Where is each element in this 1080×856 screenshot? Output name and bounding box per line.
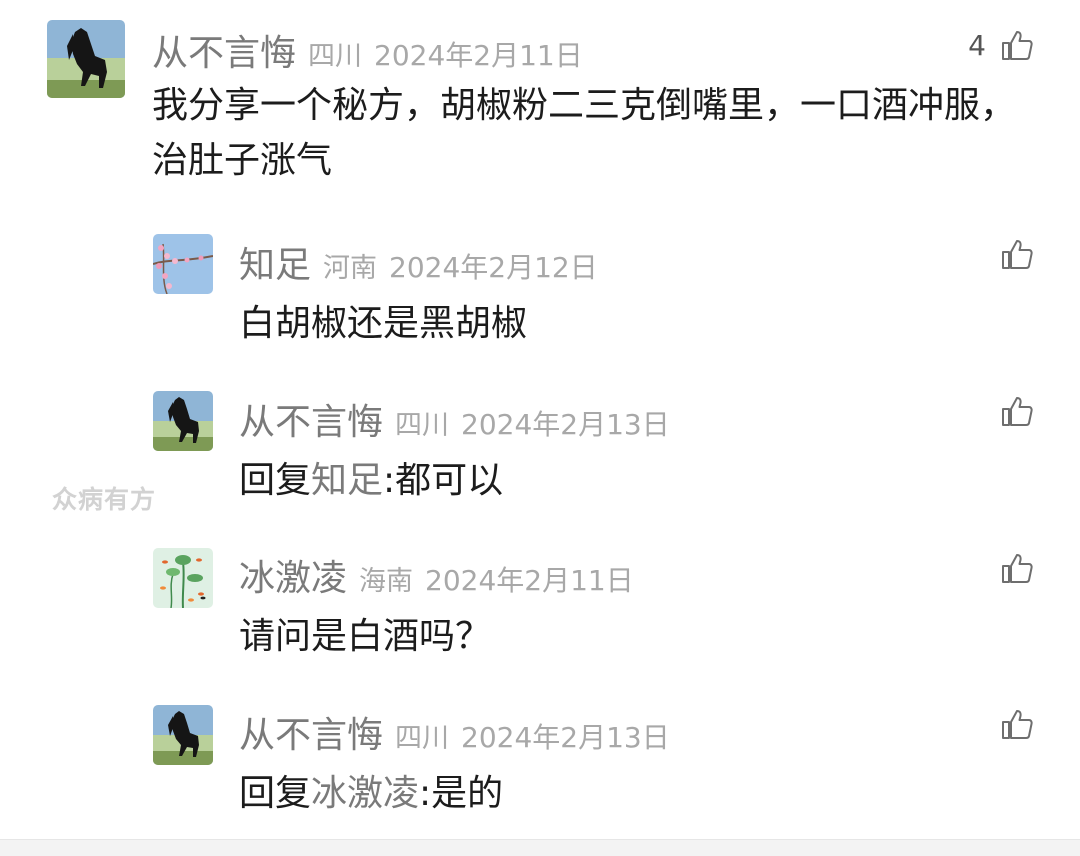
location: 四川 xyxy=(308,41,363,72)
reply-header: 从不言悔 四川 2024年2月13日 xyxy=(239,393,670,445)
username[interactable]: 知足 xyxy=(239,236,311,288)
watermark: 众病有方 xyxy=(52,485,157,514)
thumbs-up-icon xyxy=(1000,28,1034,62)
reply-prefix: 回复 xyxy=(239,773,312,814)
black-horse-avatar-icon xyxy=(153,391,213,451)
comment-thread: 从不言悔 四川 2024年2月11日 4 我分享一个秘方，胡椒粉二三克倒嘴里，一… xyxy=(0,0,1080,856)
location: 四川 xyxy=(395,723,450,754)
comment-header: 从不言悔 四川 2024年2月11日 xyxy=(152,24,583,76)
avatar[interactable] xyxy=(153,705,213,765)
like-button[interactable] xyxy=(1000,707,1034,741)
timestamp: 2024年2月12日 xyxy=(389,251,598,284)
username[interactable]: 从不言悔 xyxy=(152,24,296,76)
like-button[interactable] xyxy=(1000,394,1034,428)
reply-body: :是的 xyxy=(419,773,504,814)
reply-prefix: 回复 xyxy=(239,460,312,501)
like-button[interactable]: 4 xyxy=(968,28,1034,62)
reply-text: 请问是白酒吗？ xyxy=(239,616,492,657)
bottom-divider xyxy=(0,839,1080,856)
avatar[interactable] xyxy=(47,20,125,98)
timestamp: 2024年2月13日 xyxy=(461,408,670,441)
reply-body: :都可以 xyxy=(383,460,504,501)
like-button[interactable] xyxy=(1000,551,1034,585)
thumbs-up-icon xyxy=(1000,707,1034,741)
timestamp: 2024年2月11日 xyxy=(374,39,583,72)
timestamp: 2024年2月11日 xyxy=(425,564,634,597)
blossom-avatar-icon xyxy=(153,234,213,294)
avatar[interactable] xyxy=(153,548,213,608)
reply-target-user[interactable]: 冰激凌 xyxy=(311,773,419,814)
location: 四川 xyxy=(395,410,450,441)
black-horse-avatar-icon xyxy=(47,20,125,98)
comment-text: 我分享一个秘方，胡椒粉二三克倒嘴里，一口酒冲服，治肚子涨气 xyxy=(152,85,1017,181)
reply-header: 冰激凌 海南 2024年2月11日 xyxy=(239,549,634,601)
reply-header: 知足 河南 2024年2月12日 xyxy=(239,236,598,288)
like-count: 4 xyxy=(968,28,986,62)
username[interactable]: 冰激凌 xyxy=(239,549,347,601)
lotus-goldfish-avatar-icon xyxy=(153,548,213,608)
timestamp: 2024年2月13日 xyxy=(461,721,670,754)
like-button[interactable] xyxy=(1000,237,1034,271)
location: 海南 xyxy=(359,566,414,597)
location: 河南 xyxy=(323,253,378,284)
reply-text: 白胡椒还是黑胡椒 xyxy=(239,303,528,344)
reply-target-user[interactable]: 知足 xyxy=(311,460,383,501)
thumbs-up-icon xyxy=(1000,394,1034,428)
username[interactable]: 从不言悔 xyxy=(239,706,383,758)
reply-header: 从不言悔 四川 2024年2月13日 xyxy=(239,706,670,758)
username[interactable]: 从不言悔 xyxy=(239,393,383,445)
thumbs-up-icon xyxy=(1000,551,1034,585)
black-horse-avatar-icon xyxy=(153,705,213,765)
reply-text: 回复冰激凌:是的 xyxy=(239,764,503,816)
reply-text: 回复知足:都可以 xyxy=(239,451,503,503)
avatar[interactable] xyxy=(153,391,213,451)
thumbs-up-icon xyxy=(1000,237,1034,271)
avatar[interactable] xyxy=(153,234,213,294)
